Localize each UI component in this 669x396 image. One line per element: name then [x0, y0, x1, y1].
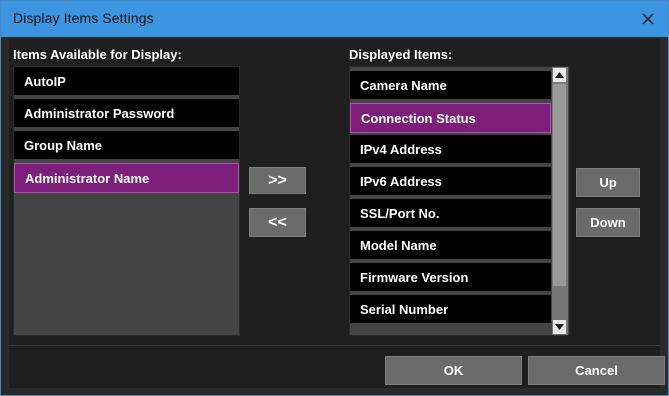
scroll-down-icon[interactable]	[553, 320, 566, 334]
available-item-group-name[interactable]: Group Name	[14, 131, 239, 161]
displayed-items-scrollbar[interactable]	[552, 67, 568, 335]
cancel-button[interactable]: Cancel	[528, 356, 665, 385]
dialog-window: Display Items Settings Items Available f…	[0, 0, 669, 396]
remove-button[interactable]: <<	[249, 208, 306, 237]
displayed-items-list[interactable]: Camera Name Connection Status IPv4 Addre…	[349, 66, 570, 336]
available-items-list[interactable]: AutoIP Administrator Password Group Name…	[13, 66, 240, 336]
available-item-administrator-name[interactable]: Administrator Name	[14, 163, 239, 193]
close-icon[interactable]	[634, 5, 662, 33]
displayed-item-ipv6-address[interactable]: IPv6 Address	[350, 167, 551, 197]
scrollbar-thumb[interactable]	[553, 84, 566, 286]
displayed-item-camera-name[interactable]: Camera Name	[350, 71, 551, 101]
dialog-body: Items Available for Display: AutoIP Admi…	[9, 39, 665, 388]
displayed-item-serial-number[interactable]: Serial Number	[350, 295, 551, 325]
dialog-footer: OK Cancel	[9, 345, 665, 388]
ok-button[interactable]: OK	[385, 356, 522, 385]
displayed-item-model-name[interactable]: Model Name	[350, 231, 551, 261]
down-button[interactable]: Down	[576, 208, 640, 237]
title-bar[interactable]: Display Items Settings	[1, 1, 668, 37]
available-items-label: Items Available for Display:	[13, 47, 182, 62]
displayed-item-ssl-port-no[interactable]: SSL/Port No.	[350, 199, 551, 229]
displayed-item-firmware-version[interactable]: Firmware Version	[350, 263, 551, 293]
scroll-up-icon[interactable]	[553, 68, 566, 82]
displayed-items-label: Displayed Items:	[349, 47, 453, 62]
dialog-title: Display Items Settings	[13, 10, 154, 26]
add-button[interactable]: >>	[249, 167, 306, 194]
displayed-item-ipv4-address[interactable]: IPv4 Address	[350, 135, 551, 165]
available-item-administrator-password[interactable]: Administrator Password	[14, 99, 239, 129]
up-button[interactable]: Up	[576, 168, 640, 197]
displayed-item-connection-status[interactable]: Connection Status	[350, 103, 551, 133]
available-item-autoip[interactable]: AutoIP	[14, 67, 239, 97]
